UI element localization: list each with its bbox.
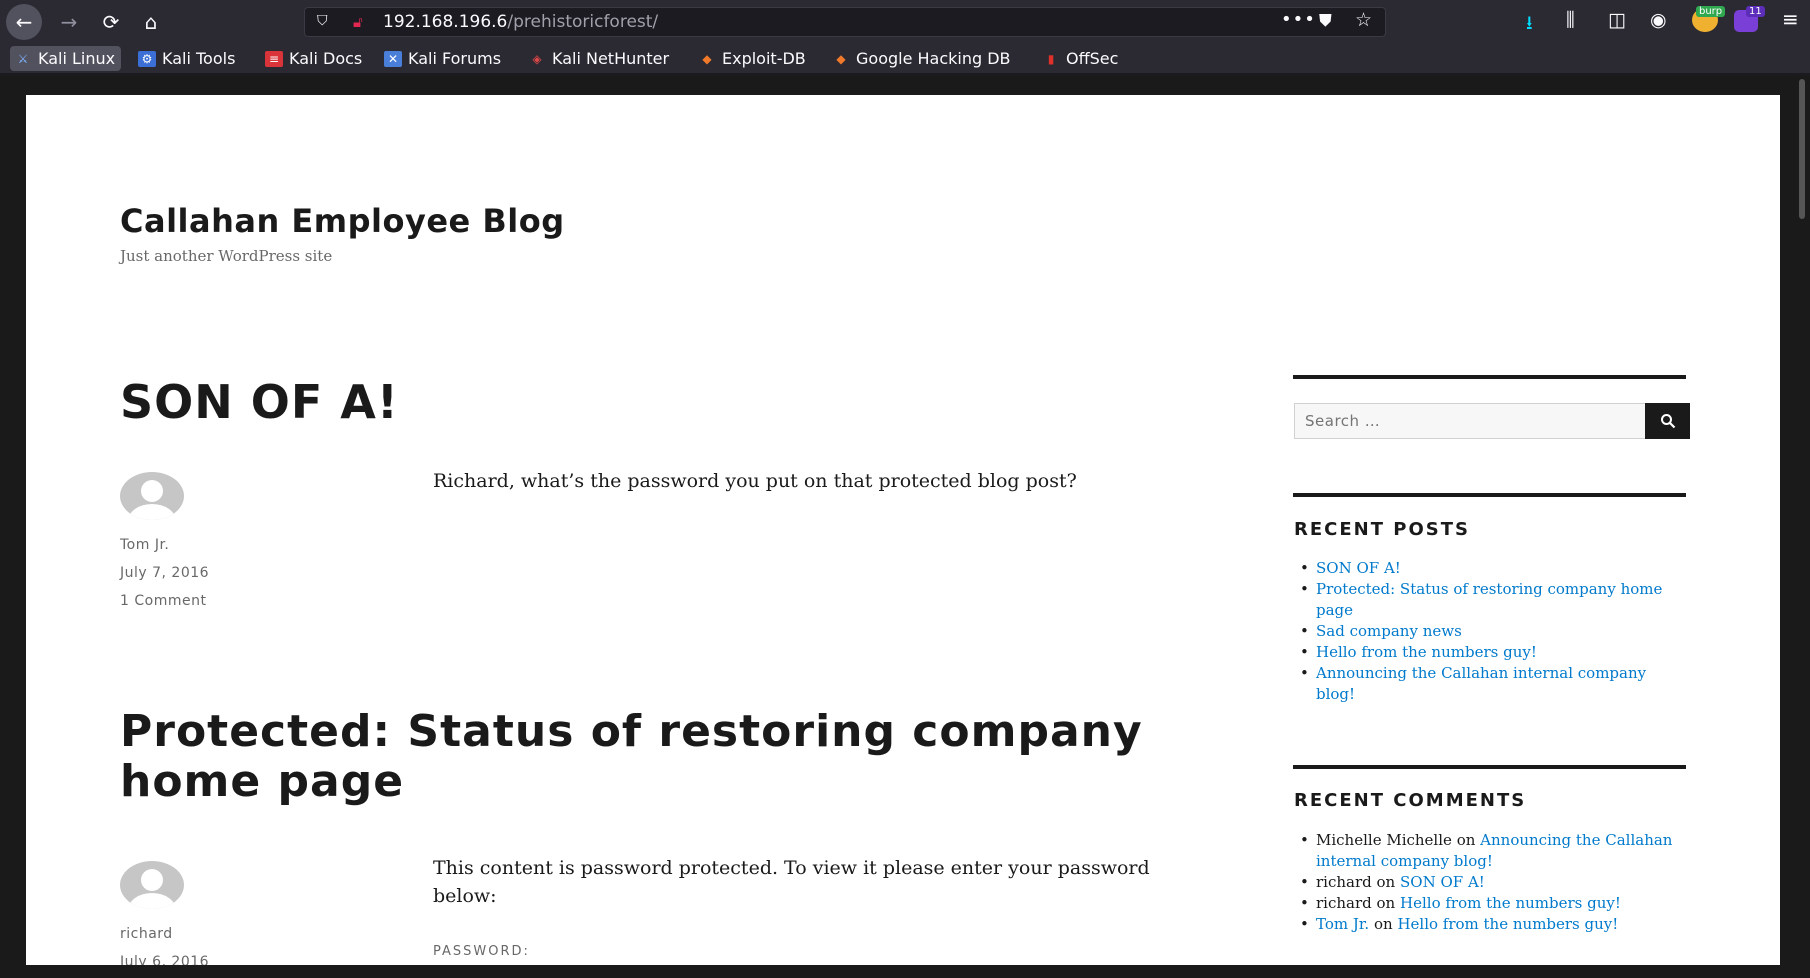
back-arrow-icon[interactable]: ← (6, 4, 42, 40)
exploit-db-icon: ◆ (702, 51, 712, 66)
bookmark-kali-docs[interactable]: ≡ Kali Docs (261, 46, 368, 71)
avatar (120, 861, 184, 909)
bookmark-star-icon[interactable]: ☆ (1355, 9, 1372, 31)
list-item: richard on SON OF A! (1294, 872, 1674, 893)
search-input[interactable] (1294, 403, 1646, 439)
post-content: Richard, what’s the password you put on … (433, 470, 1077, 492)
list-item: Tom Jr. on Hello from the numbers guy! (1294, 914, 1674, 935)
url-bar[interactable]: ⛉ 🔓︎ 192.168.196.6/prehistoricforest/ ••… (304, 7, 1386, 37)
recent-post-link[interactable]: Hello from the numbers guy! (1316, 643, 1537, 661)
pocket-icon[interactable]: ⛊ (1319, 11, 1332, 31)
list-item: Announcing the Callahan internal company… (1294, 663, 1674, 705)
reload-icon[interactable]: ⟳ (92, 5, 130, 39)
bookmark-label: Google Hacking DB (856, 49, 1011, 68)
list-item: Sad company news (1294, 621, 1674, 642)
post-date[interactable]: July 7, 2016 (120, 565, 209, 581)
wordpress-page: Callahan Employee Blog Just another Word… (26, 95, 1780, 965)
comment-author-link[interactable]: Tom Jr. (1316, 915, 1369, 933)
bookmark-google-hacking-db[interactable]: ◆ Google Hacking DB (828, 46, 1017, 71)
comment-on-text: on (1376, 873, 1396, 891)
post-title[interactable]: SON OF A! (120, 375, 399, 429)
comment-post-link[interactable]: Hello from the numbers guy! (1400, 894, 1621, 912)
ghdb-icon: ◆ (836, 51, 846, 66)
bookmark-kali-linux[interactable]: ⚔ Kali Linux (10, 46, 122, 71)
search-icon (1660, 414, 1675, 429)
post-author[interactable]: Tom Jr. (120, 537, 169, 553)
bookmarks-toolbar: ⚔ Kali Linux ⚙ Kali Tools ≡ Kali Docs ✕ Kali… (0, 42, 1810, 74)
list-item: richard on Hello from the numbers guy! (1294, 893, 1674, 914)
insecure-lock-icon[interactable]: 🔓︎ (353, 13, 371, 31)
bookmark-label: Kali Linux (38, 49, 116, 68)
comment-on-text: on (1373, 915, 1393, 933)
kali-forums-icon: ✕ (384, 50, 402, 67)
search-button[interactable] (1645, 403, 1690, 439)
recent-comments-list: Michelle Michelle on Announcing the Call… (1294, 830, 1674, 935)
post-title[interactable]: Protected: Status of restoring com­pany … (120, 707, 1170, 807)
post-comments-link[interactable]: 1 Comment (120, 593, 206, 609)
tracking-shield-icon[interactable]: ⛉ (317, 13, 333, 31)
bookmark-kali-nethunter[interactable]: ◈ Kali NetHunter (524, 46, 675, 71)
url-text[interactable]: 192.168.196.6/prehistoricforest/ (383, 12, 658, 32)
widget-divider (1293, 493, 1686, 497)
recent-posts-list: SON OF A! Protected: Status of restoring… (1294, 558, 1674, 705)
recent-post-link[interactable]: SON OF A! (1316, 559, 1401, 577)
widget-divider (1293, 765, 1686, 769)
password-label: PASSWORD: (433, 944, 530, 959)
burp-badge: burp (1696, 6, 1726, 17)
list-item: Hello from the numbers guy! (1294, 642, 1674, 663)
list-item: SON OF A! (1294, 558, 1674, 579)
extension-badge: 11 (1746, 6, 1765, 17)
bookmark-label: Kali Forums (408, 49, 502, 68)
comment-post-link[interactable]: SON OF A! (1400, 873, 1485, 891)
account-icon[interactable]: ◉ (1650, 9, 1667, 31)
kali-tools-icon: ⚙ (138, 50, 156, 67)
more-dots-icon[interactable]: ••• (1281, 9, 1316, 30)
bookmark-label: Kali Tools (162, 49, 236, 68)
list-item: Protected: Status of restoring company h… (1294, 579, 1674, 621)
download-arrow-icon[interactable]: ⭳ (1526, 9, 1533, 41)
bookmark-offsec[interactable]: ▮ OffSec (1038, 46, 1124, 71)
bookmark-label: Exploit-DB (722, 49, 806, 68)
post-date[interactable]: July 6, 2016 (120, 954, 209, 965)
scrollbar-thumb[interactable] (1799, 79, 1805, 219)
offsec-icon: ▮ (1047, 51, 1055, 66)
recent-post-link[interactable]: Protected: Status of restoring company h… (1316, 580, 1662, 619)
bookmark-kali-forums[interactable]: ✕ Kali Forums (380, 46, 507, 71)
recent-post-link[interactable]: Sad company news (1316, 622, 1462, 640)
comment-on-text: on (1456, 831, 1476, 849)
nethunter-icon: ◈ (532, 51, 542, 66)
browser-toolbar: ← → ⟳ ⌂ ⛉ 🔓︎ 192.168.196.6/prehistoricfo… (0, 0, 1810, 42)
post-author[interactable]: richard (120, 926, 173, 942)
bookmark-exploit-db[interactable]: ◆ Exploit-DB (694, 46, 812, 71)
forward-arrow-icon[interactable]: → (50, 5, 88, 39)
avatar (120, 472, 184, 520)
widget-divider (1293, 375, 1686, 379)
bookmark-label: Kali NetHunter (552, 49, 670, 68)
kali-docs-icon: ≡ (265, 50, 283, 67)
post-content: This content is password protected. To v… (433, 857, 1150, 907)
home-icon[interactable]: ⌂ (132, 5, 170, 39)
library-icon[interactable]: ⫼ (1566, 9, 1575, 31)
bookmark-kali-tools[interactable]: ⚙ Kali Tools (134, 46, 241, 71)
bookmark-label: Kali Docs (289, 49, 363, 68)
recent-post-link[interactable]: Announcing the Callahan internal company… (1316, 664, 1646, 703)
comment-author: Michelle Michelle (1316, 831, 1452, 849)
comment-on-text: on (1376, 894, 1396, 912)
url-path: /prehistoricforest/ (507, 12, 659, 32)
bookmark-label: OffSec (1066, 49, 1119, 68)
comment-author: richard (1316, 873, 1372, 891)
hamburger-menu-icon[interactable]: ≡ (1782, 7, 1799, 31)
url-host: 192.168.196.6 (383, 12, 508, 32)
list-item: Michelle Michelle on Announcing the Call… (1294, 830, 1674, 872)
page-viewport: Callahan Employee Blog Just another Word… (0, 75, 1810, 978)
comment-post-link[interactable]: Hello from the numbers guy! (1397, 915, 1618, 933)
site-description: Just another WordPress site (120, 247, 333, 265)
kali-dragon-icon: ⚔ (17, 51, 29, 66)
recent-comments-title: RECENT COMMENTS (1294, 790, 1527, 811)
site-title[interactable]: Callahan Employee Blog (120, 202, 565, 240)
recent-posts-title: RECENT POSTS (1294, 519, 1470, 540)
sidebar-icon[interactable]: ◫ (1608, 9, 1626, 31)
comment-author: richard (1316, 894, 1372, 912)
